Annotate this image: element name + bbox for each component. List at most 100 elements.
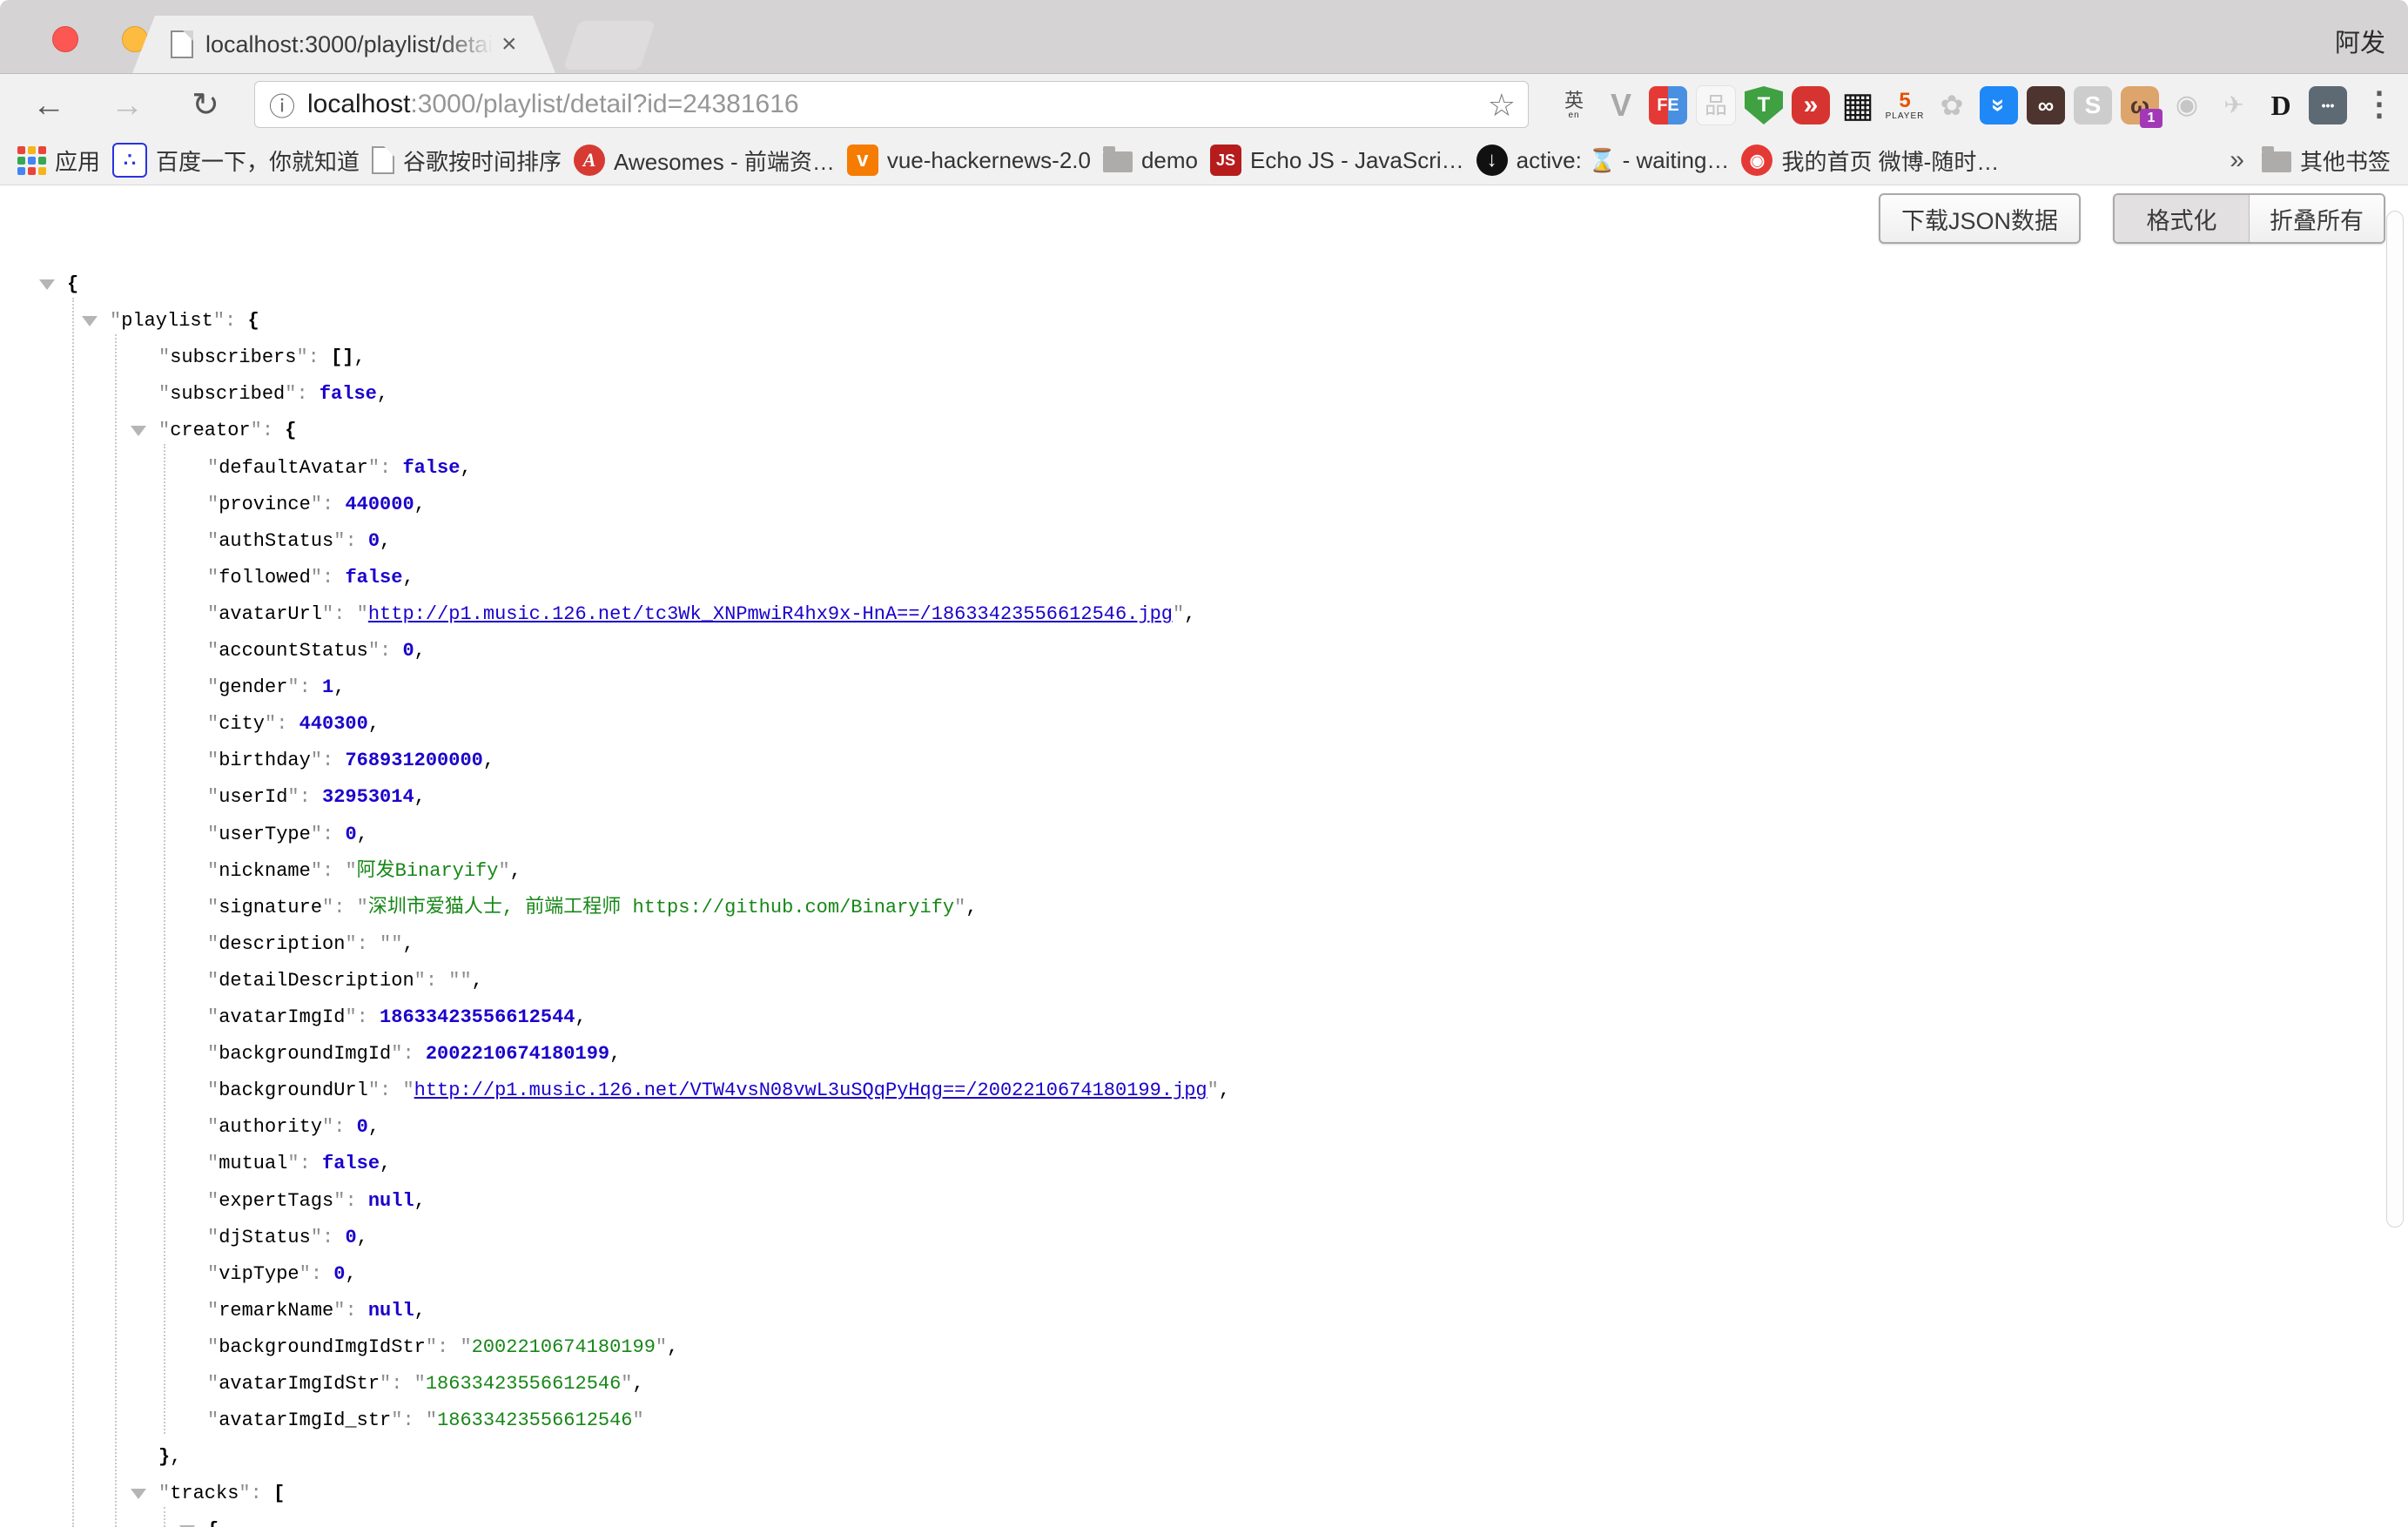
json-token-b: [ (273, 1483, 285, 1504)
json-token-s: 18633423556612546 (437, 1409, 632, 1431)
json-token-q: " (207, 567, 219, 589)
blue-chevrons-icon[interactable]: » (1980, 86, 2018, 124)
vue-devtools-icon[interactable]: V (1602, 86, 1640, 124)
json-line: "city": 440300, (207, 706, 380, 743)
json-token-m: , (357, 824, 368, 845)
json-token-n: 768931200000 (345, 750, 482, 771)
json-token-c: : (251, 1483, 273, 1504)
scrollbar-thumb[interactable] (2386, 211, 2404, 1228)
collapse-triangle-icon[interactable] (131, 426, 146, 436)
json-line: "avatarImgId_str": "18633423556612546" (207, 1403, 644, 1439)
close-window-button[interactable] (52, 26, 78, 52)
url-field[interactable]: ⓘ localhost:3000/playlist/detail?id=2438… (254, 81, 1529, 128)
new-tab-button[interactable] (563, 21, 656, 70)
bookmark-echojs[interactable]: JSEcho JS - JavaScri… (1210, 145, 1464, 176)
json-token-q: " (414, 1373, 426, 1395)
shield-t-icon[interactable]: T (1745, 86, 1783, 124)
titlebar: localhost:3000/playlist/detail?i × 阿发 (0, 0, 2408, 74)
json-token-q: " (207, 640, 219, 662)
json-token-q: " (1207, 1080, 1219, 1101)
bookmark-baidu[interactable]: ∴百度一下，你就知道 (112, 143, 360, 178)
bookmark-star-icon[interactable]: ☆ (1488, 87, 1516, 124)
fast-forward-icon[interactable]: » (1792, 86, 1830, 124)
json-line: "userType": 0, (207, 817, 368, 853)
json-token-q: " (207, 897, 219, 918)
json-line: "backgroundUrl": "http://p1.music.126.ne… (207, 1073, 1230, 1109)
collapse-triangle-icon[interactable] (39, 279, 55, 290)
chrome-menu-icon[interactable]: ⋮ (2363, 84, 2396, 124)
json-token-q: " (954, 897, 965, 918)
bookmark-active[interactable]: ↓active: ⌛ - waiting… (1476, 145, 1730, 176)
other-bookmarks-label: 其他书签 (2300, 145, 2391, 177)
s-icon[interactable]: S (2074, 86, 2112, 124)
json-token-c: : (322, 567, 345, 589)
reload-button[interactable]: ↻ (183, 83, 228, 128)
json-token-n: 2002210674180199 (426, 1043, 609, 1065)
profile-name[interactable]: 阿发 (2335, 23, 2385, 59)
bookmark-demo-folder[interactable]: demo (1103, 147, 1198, 174)
json-link[interactable]: http://p1.music.126.net/tc3Wk_XNPmwiR4hx… (368, 603, 1173, 625)
bookmark-awesomes[interactable]: AAwesomes - 前端资… (574, 145, 835, 177)
json-token-b: [] (331, 346, 353, 368)
json-token-m: , (402, 933, 414, 955)
paw-icon[interactable]: ✿ (1933, 86, 1971, 124)
json-token-k: city (219, 713, 265, 735)
bird-icon[interactable]: ✈ (2215, 86, 2253, 124)
url-path: :3000/playlist/detail?id=24381616 (410, 90, 798, 118)
json-token-n: 1 (322, 676, 333, 698)
bookmark-apps-label: 应用 (55, 145, 100, 177)
bookmarks-overflow-chevrons-icon[interactable]: » (2230, 145, 2244, 175)
bookmark-vue-hackernews[interactable]: vvue-hackernews-2.0 (847, 145, 1091, 176)
json-line: "defaultAvatar": false, (207, 450, 472, 487)
json-token-q: " (391, 1409, 402, 1431)
json-token-m: , (1184, 603, 1195, 625)
json-token-q: " (311, 1227, 322, 1248)
browser-tab[interactable]: localhost:3000/playlist/detail?i × (132, 16, 555, 73)
html5-player-icon[interactable]: 5PLAYER (1886, 86, 1924, 124)
bookmark-apps[interactable]: 应用 (17, 145, 100, 177)
json-link[interactable]: http://p1.music.126.net/VTW4vsN08vwL3uSQ… (414, 1080, 1207, 1101)
collapse-triangle-icon[interactable] (82, 316, 98, 326)
translate-icon[interactable]: 英en (1555, 86, 1593, 124)
sitemap-icon-glyph: 品 (1705, 94, 1727, 117)
weibo-gray-icon[interactable]: ◉ (2168, 86, 2206, 124)
json-token-w: null (368, 1190, 414, 1212)
collapse-triangle-icon[interactable] (131, 1489, 146, 1499)
json-token-q: " (380, 1373, 391, 1395)
json-token-q: " (426, 1336, 437, 1358)
tampermonkey-icon[interactable]: ω1 (2121, 86, 2159, 124)
json-token-q: " (1173, 603, 1184, 625)
bookmark-weibo-home[interactable]: ◉我的首页 微博-随时… (1741, 145, 1999, 177)
qrcode-icon[interactable]: ▦ (1839, 86, 1877, 124)
sitemap-icon[interactable]: 品 (1696, 85, 1736, 125)
json-line: "userId": 32953014, (207, 779, 426, 816)
json-token-m: , (368, 713, 380, 735)
json-token-k: subscribers (170, 346, 296, 368)
indent-guide (115, 334, 117, 1527)
json-token-w: null (368, 1300, 414, 1322)
json-token-c: : (380, 1080, 402, 1101)
bookmark-google-sort[interactable]: 谷歌按时间排序 (372, 145, 562, 177)
back-button[interactable]: ← (26, 83, 71, 128)
other-bookmarks-folder[interactable]: 其他书签 (2262, 145, 2391, 177)
json-token-k: detailDescription (219, 970, 414, 992)
overflow-icon[interactable]: ••• (2309, 86, 2347, 124)
json-token-q: " (368, 1080, 380, 1101)
site-info-icon[interactable]: ⓘ (269, 85, 295, 124)
json-token-k: remarkName (219, 1300, 333, 1322)
d-icon[interactable]: D (2262, 86, 2300, 124)
json-token-q: " (207, 1336, 219, 1358)
bookmark-active-icon: ↓ (1476, 145, 1508, 176)
fehelper-icon[interactable]: FE (1649, 86, 1687, 124)
mask-icon[interactable]: ∞ (2027, 86, 2065, 124)
json-token-q: " (207, 676, 219, 698)
forward-button[interactable]: → (104, 83, 150, 128)
folder-icon (2262, 151, 2291, 172)
vue-devtools-icon-glyph: V (1611, 90, 1631, 121)
json-token-q: " (287, 1153, 299, 1174)
json-token-k: authStatus (219, 530, 333, 552)
html5-player-icon-glyph: 5 (1899, 91, 1910, 111)
url-text[interactable]: localhost:3000/playlist/detail?id=243816… (307, 90, 799, 119)
tab-close-icon[interactable]: × (501, 31, 517, 57)
bookmark-awesomes-icon: A (574, 145, 605, 176)
